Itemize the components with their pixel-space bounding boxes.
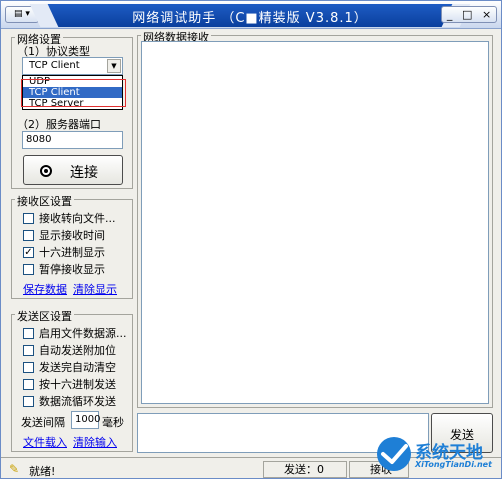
- close-button[interactable]: ×: [482, 8, 491, 21]
- pause-receive-checkbox[interactable]: [23, 263, 34, 275]
- loop-send-checkbox[interactable]: [23, 395, 34, 407]
- pause-receive-option[interactable]: 暂停接收显示: [23, 262, 105, 276]
- highlight-box: [21, 79, 126, 107]
- window-title: 网络调试助手 （C■精装版 V3.8.1）: [132, 11, 368, 26]
- send-count-text: 发送：0: [284, 463, 324, 476]
- send-settings-label: 发送区设置: [15, 308, 74, 324]
- title-bar: ▤ ▾ 网络调试助手 （C■精装版 V3.8.1） _ □ ×: [1, 1, 501, 29]
- connect-button[interactable]: 连接: [23, 155, 123, 185]
- send-count: 发送：0: [263, 461, 347, 478]
- clear-display-link[interactable]: 清除显示: [73, 281, 117, 297]
- auto-append-checkbox[interactable]: [23, 344, 34, 356]
- hex-display-checkbox[interactable]: ✓: [23, 246, 34, 258]
- auto-clear-checkbox[interactable]: [23, 361, 34, 373]
- show-receive-time-label: 显示接收时间: [39, 229, 105, 242]
- protocol-select[interactable]: TCP Client ▼: [22, 57, 123, 75]
- receive-data-group: 网络数据接收: [137, 29, 493, 408]
- loop-send-label: 数据流循环发送: [39, 395, 116, 408]
- status-ready-text: 就绪!: [29, 465, 56, 478]
- receive-data-area[interactable]: [141, 41, 489, 404]
- file-source-label: 启用文件数据源...: [39, 327, 127, 340]
- show-receive-time-checkbox[interactable]: [23, 229, 34, 241]
- receive-to-file-checkbox[interactable]: [23, 212, 34, 224]
- loop-send-option[interactable]: 数据流循环发送: [23, 394, 116, 408]
- minimize-button[interactable]: _: [447, 8, 453, 21]
- watermark-logo-icon: [377, 437, 411, 471]
- server-port-input[interactable]: 8080: [22, 131, 123, 149]
- watermark-subtitle: XiTongTianDi.net: [415, 460, 492, 469]
- clear-input-link[interactable]: 清除输入: [73, 434, 117, 450]
- dropdown-arrow-icon[interactable]: ▼: [107, 59, 121, 73]
- hex-display-label: 十六进制显示: [39, 246, 105, 259]
- hex-send-label: 按十六进制发送: [39, 378, 116, 391]
- hex-send-option[interactable]: 按十六进制发送: [23, 377, 116, 391]
- status-ready-icon: ✎: [9, 462, 20, 476]
- connect-radio-icon: [40, 165, 52, 177]
- send-interval-unit: 毫秒: [102, 416, 124, 429]
- protocol-selected-value: TCP Client: [29, 60, 80, 71]
- file-source-option[interactable]: 启用文件数据源...: [23, 326, 127, 340]
- receive-to-file-label: 接收转向文件...: [39, 212, 116, 225]
- hex-display-option[interactable]: ✓ 十六进制显示: [23, 245, 105, 259]
- show-receive-time-option[interactable]: 显示接收时间: [23, 228, 105, 242]
- auto-append-label: 自动发送附加位: [39, 344, 116, 357]
- send-interval-input[interactable]: 1000: [71, 411, 100, 429]
- send-interval-label: 发送间隔: [21, 416, 65, 429]
- maximize-button[interactable]: □: [462, 8, 472, 21]
- hex-send-checkbox[interactable]: [23, 378, 34, 390]
- window-controls: _ □ ×: [441, 6, 497, 23]
- server-port-label: （2）服务器端口: [17, 118, 101, 131]
- save-data-link[interactable]: 保存数据: [23, 281, 67, 297]
- auto-clear-label: 发送完自动清空: [39, 361, 116, 374]
- auto-append-option[interactable]: 自动发送附加位: [23, 343, 116, 357]
- connect-button-label: 连接: [70, 165, 98, 181]
- receive-to-file-option[interactable]: 接收转向文件...: [23, 211, 116, 225]
- receive-settings-label: 接收区设置: [15, 193, 74, 209]
- file-source-checkbox[interactable]: [23, 327, 34, 339]
- auto-clear-option[interactable]: 发送完自动清空: [23, 360, 116, 374]
- pause-receive-label: 暂停接收显示: [39, 263, 105, 276]
- file-load-link[interactable]: 文件载入: [23, 434, 67, 450]
- app-window: ▤ ▾ 网络调试助手 （C■精装版 V3.8.1） _ □ × 网络设置 （1）…: [0, 0, 502, 479]
